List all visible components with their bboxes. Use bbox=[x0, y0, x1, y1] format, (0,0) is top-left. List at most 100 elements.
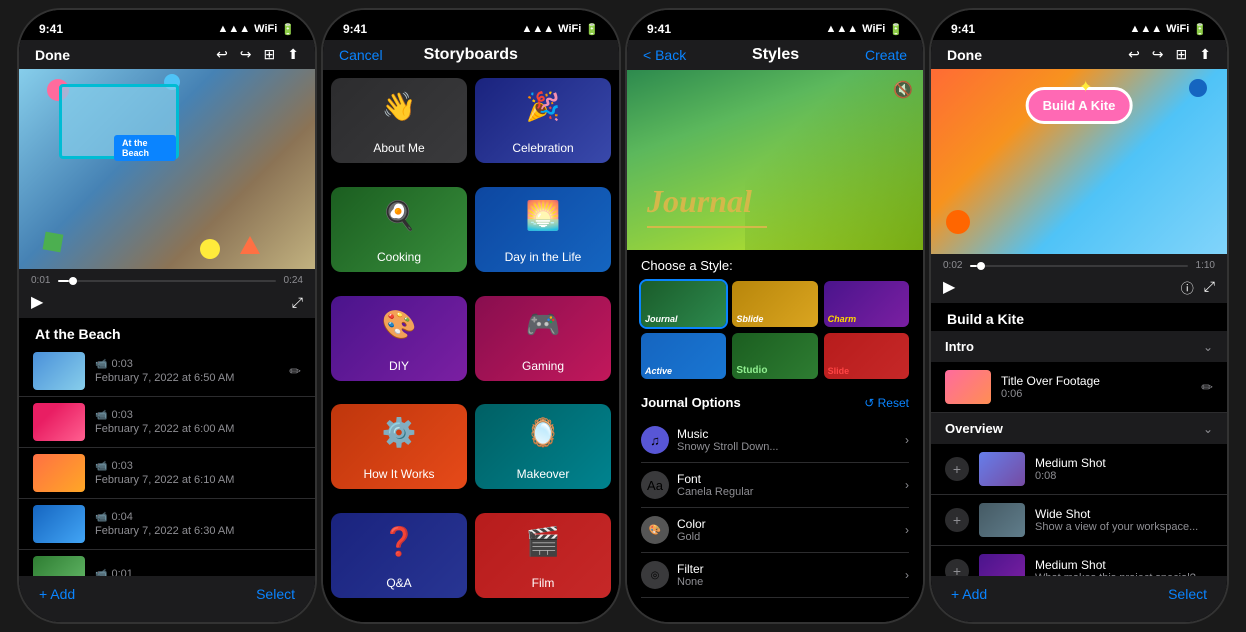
info-button-4[interactable]: ⓘ bbox=[1181, 278, 1194, 297]
timeline-1[interactable] bbox=[58, 280, 275, 282]
nav-bar-3: < Back Styles Create bbox=[627, 40, 923, 70]
font-value: Canela Regular bbox=[677, 486, 905, 498]
create-button-3[interactable]: Create bbox=[865, 47, 907, 63]
intro-scene-1: Title Over Footage 0:06 ✏ bbox=[931, 362, 1227, 413]
filter-icon: ◎ bbox=[641, 561, 669, 589]
clip-item-5: 📹 0:01 bbox=[19, 550, 315, 576]
storyboard-qa[interactable]: ❓ Q&A bbox=[331, 513, 467, 598]
option-music[interactable]: ♫ Music Snowy Stroll Down... › bbox=[641, 418, 909, 463]
intro-title: Intro bbox=[945, 339, 974, 354]
storyboard-diy[interactable]: 🎨 DIY bbox=[331, 296, 467, 381]
diy-label: DIY bbox=[331, 359, 467, 373]
done-button-1[interactable]: Done bbox=[35, 47, 70, 63]
add-scene-2[interactable]: + bbox=[945, 508, 969, 532]
beach-yellow-decoration bbox=[200, 239, 220, 259]
battery-icon-3: 🔋 bbox=[889, 23, 903, 36]
expand-button-1[interactable]: ⤢ bbox=[292, 294, 303, 311]
overview-scene-title-2: Wide Shot bbox=[1035, 507, 1213, 521]
status-bar-3: 9:41 ▲▲▲ WiFi 🔋 bbox=[627, 10, 923, 40]
clip-thumb-5 bbox=[33, 556, 85, 576]
overview-scene-3: + Medium Shot What makes this project sp… bbox=[931, 546, 1227, 576]
wifi-icon-4: WiFi bbox=[1166, 23, 1189, 35]
overview-scene-1: + Medium Shot 0:08 bbox=[931, 444, 1227, 495]
style-sblide-name: Sblide bbox=[736, 314, 763, 324]
style-active[interactable]: Active bbox=[641, 333, 726, 379]
overview-chevron: ⌄ bbox=[1203, 422, 1213, 436]
back-button-3[interactable]: < Back bbox=[643, 47, 686, 63]
clip-edit-1[interactable]: ✏ bbox=[289, 363, 301, 380]
timeline-4[interactable] bbox=[970, 265, 1187, 267]
add-button-1[interactable]: + Add bbox=[39, 586, 75, 602]
music-arrow: › bbox=[905, 433, 909, 447]
undo-icon-4[interactable]: ↩ bbox=[1128, 46, 1140, 63]
journal-title: Journal bbox=[647, 183, 752, 220]
storyboard-cooking[interactable]: 🍳 Cooking bbox=[331, 187, 467, 272]
add-scene-1[interactable]: + bbox=[945, 457, 969, 481]
add-button-4[interactable]: + Add bbox=[951, 586, 987, 602]
add-scene-3[interactable]: + bbox=[945, 559, 969, 576]
style-slide-name: Slide bbox=[828, 366, 850, 376]
style-journal[interactable]: Journal bbox=[641, 281, 726, 327]
overview-thumb-1 bbox=[979, 452, 1025, 486]
share-icon-4[interactable]: ⬆ bbox=[1199, 46, 1211, 63]
redo-icon-4[interactable]: ↪ bbox=[1152, 46, 1164, 63]
overview-info-3: Medium Shot What makes this project spec… bbox=[1035, 558, 1213, 576]
font-icon: Aa bbox=[641, 471, 669, 499]
mute-icon[interactable]: 🔇 bbox=[893, 80, 913, 100]
style-sblide[interactable]: Sblide bbox=[732, 281, 817, 327]
undo-icon[interactable]: ↩ bbox=[216, 46, 228, 63]
storyboard-celebration[interactable]: 🎉 Celebration bbox=[475, 78, 611, 163]
clip-info-1: 📹 0:03 February 7, 2022 at 6:50 AM bbox=[85, 358, 289, 384]
reset-button[interactable]: ↺ Reset bbox=[864, 396, 909, 410]
storyboard-howit[interactable]: ⚙️ How It Works bbox=[331, 404, 467, 489]
done-button-4[interactable]: Done bbox=[947, 47, 982, 63]
phone-2: 9:41 ▲▲▲ WiFi 🔋 Cancel Storyboards 👋 Abo… bbox=[321, 8, 621, 624]
kite-video-4: Build A Kite ✦ bbox=[931, 69, 1227, 254]
clip-video-icon-1: 📹 bbox=[95, 359, 107, 370]
color-icon: 🎨 bbox=[641, 516, 669, 544]
overview-info-1: Medium Shot 0:08 bbox=[1035, 456, 1213, 482]
expand-button-4[interactable]: ⤢ bbox=[1204, 278, 1215, 297]
layout-icon[interactable]: ⊞ bbox=[264, 46, 276, 63]
storyboard-about[interactable]: 👋 About Me bbox=[331, 78, 467, 163]
style-charm-name: Charm bbox=[828, 314, 857, 324]
play-button-1[interactable]: ▶ bbox=[31, 292, 43, 312]
redo-icon[interactable]: ↪ bbox=[240, 46, 252, 63]
overview-section-header[interactable]: Overview ⌄ bbox=[931, 413, 1227, 444]
cancel-button-2[interactable]: Cancel bbox=[339, 47, 383, 63]
section-title-4: Build a Kite bbox=[931, 303, 1227, 331]
day-icon: 🌅 bbox=[526, 199, 561, 232]
select-button-1[interactable]: Select bbox=[256, 586, 295, 602]
intro-section-header[interactable]: Intro ⌄ bbox=[931, 331, 1227, 362]
day-label: Day in the Life bbox=[475, 250, 611, 264]
select-button-4[interactable]: Select bbox=[1168, 586, 1207, 602]
storyboard-makeover[interactable]: 🪞 Makeover bbox=[475, 404, 611, 489]
time-3: 9:41 bbox=[647, 22, 671, 36]
font-name: Font bbox=[677, 472, 905, 486]
overview-scene-2: + Wide Shot Show a view of your workspac… bbox=[931, 495, 1227, 546]
clip-thumb-4 bbox=[33, 505, 85, 543]
beach-triangle-decoration bbox=[240, 236, 260, 254]
share-icon[interactable]: ⬆ bbox=[287, 46, 299, 63]
storyboard-gaming[interactable]: 🎮 Gaming bbox=[475, 296, 611, 381]
overview-scene-title-3: Medium Shot bbox=[1035, 558, 1213, 572]
style-charm[interactable]: Charm bbox=[824, 281, 909, 327]
option-color[interactable]: 🎨 Color Gold › bbox=[641, 508, 909, 553]
storyboard-day[interactable]: 🌅 Day in the Life bbox=[475, 187, 611, 272]
music-info: Music Snowy Stroll Down... bbox=[677, 427, 905, 453]
time-4: 9:41 bbox=[951, 22, 975, 36]
option-font[interactable]: Aa Font Canela Regular › bbox=[641, 463, 909, 508]
color-name: Color bbox=[677, 517, 905, 531]
layout-icon-4[interactable]: ⊞ bbox=[1176, 46, 1188, 63]
video-preview-1: At the Beach bbox=[19, 69, 315, 269]
play-button-4[interactable]: ▶ bbox=[943, 277, 955, 297]
option-filter[interactable]: ◎ Filter None › bbox=[641, 553, 909, 598]
overview-scene-title-1: Medium Shot bbox=[1035, 456, 1213, 470]
intro-edit-1[interactable]: ✏ bbox=[1201, 379, 1213, 396]
storyboard-film[interactable]: 🎬 Film bbox=[475, 513, 611, 598]
video-controls-4: 0:02 1:10 ▶ ⓘ ⤢ bbox=[931, 254, 1227, 303]
style-studio[interactable]: Studio bbox=[732, 333, 817, 379]
nav-bar-4: Done ↩ ↪ ⊞ ⬆ bbox=[931, 40, 1227, 69]
style-slide[interactable]: Slide bbox=[824, 333, 909, 379]
timeline-progress-1 bbox=[58, 280, 69, 282]
